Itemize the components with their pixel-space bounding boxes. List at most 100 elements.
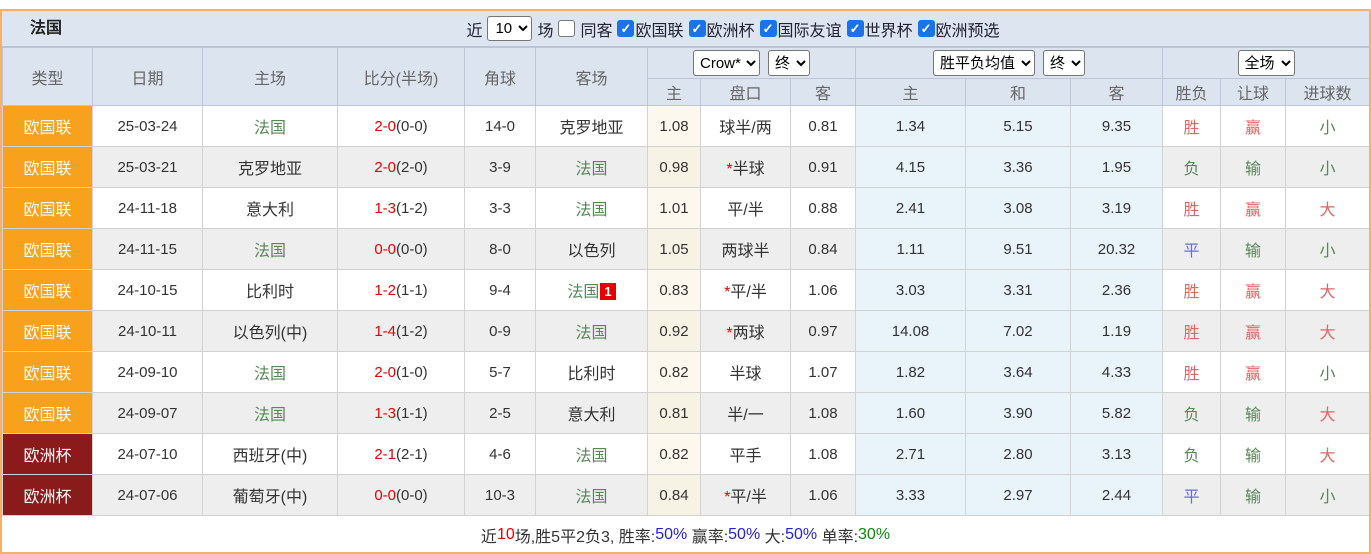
league-type-badge: 欧国联 xyxy=(3,188,93,229)
fulltime-score: 2-0 xyxy=(374,159,396,176)
match-row: 欧国联 24-10-11 以色列(中) 1-4(1-2) 0-9 法国 0.92… xyxy=(3,311,1370,352)
handicap-line: 平/半 xyxy=(730,489,766,506)
wdl-result: 胜 xyxy=(1163,188,1221,229)
odds-company-select[interactable]: Crow* xyxy=(693,50,760,76)
league-type-badge: 欧国联 xyxy=(3,352,93,393)
fulltime-scope-select[interactable]: 全场 xyxy=(1238,50,1295,76)
handicap-away-odds: 0.97 xyxy=(791,311,856,352)
halftime-score: (2-0) xyxy=(396,159,428,176)
league-checkbox[interactable] xyxy=(689,20,706,37)
handicap-home-odds: 0.84 xyxy=(648,475,701,516)
corners: 0-9 xyxy=(465,311,536,352)
page-top-strip xyxy=(0,0,1371,9)
avg-lose-odds: 2.36 xyxy=(1071,270,1163,311)
home-team: 法国 xyxy=(203,229,338,270)
summary-part: 赢率: xyxy=(687,523,728,547)
handicap-home-odds: 0.92 xyxy=(648,311,701,352)
red-card-badge: 1 xyxy=(600,283,615,300)
goals-result: 小 xyxy=(1286,352,1370,393)
league-filter-friendly: 国际友谊 xyxy=(760,17,842,41)
corners: 4-6 xyxy=(465,434,536,475)
match-date: 24-10-11 xyxy=(93,311,203,352)
away-team: 意大利 xyxy=(567,407,615,424)
handicap-away-odds: 0.84 xyxy=(791,229,856,270)
match-row: 欧国联 24-10-15 比利时 1-2(1-1) 9-4 法国1 0.83 *… xyxy=(3,270,1370,311)
match-row: 欧国联 25-03-21 克罗地亚 2-0(2-0) 3-9 法国 0.98 *… xyxy=(3,147,1370,188)
league-checkbox[interactable] xyxy=(847,20,864,37)
avg-win-odds: 2.41 xyxy=(856,188,966,229)
away-team: 法国 xyxy=(575,489,607,506)
fulltime-group-header: 全场 xyxy=(1163,48,1370,79)
avg-draw-odds: 3.08 xyxy=(966,188,1071,229)
recent-count-select[interactable]: 10 xyxy=(487,16,532,41)
home-team: 法国 xyxy=(203,106,338,147)
match-rows: 欧国联 25-03-24 法国 2-0(0-0) 14-0 克罗地亚 1.08 … xyxy=(3,106,1370,516)
home-team: 克罗地亚 xyxy=(203,147,338,188)
handicap-line-cell: *两球 xyxy=(701,311,791,352)
halftime-score: (2-1) xyxy=(396,446,428,463)
away-team: 法国 xyxy=(575,202,607,219)
avg-draw-odds: 3.31 xyxy=(966,270,1071,311)
let-goal-result: 输 xyxy=(1221,434,1286,475)
halftime-score: (0-0) xyxy=(396,487,428,504)
fulltime-score: 1-4 xyxy=(374,323,396,340)
fulltime-score: 2-0 xyxy=(374,364,396,381)
goals-result: 大 xyxy=(1286,434,1370,475)
avg-draw-odds: 3.36 xyxy=(966,147,1071,188)
handicap-line: 两球半 xyxy=(721,243,769,260)
summary-part: 50% xyxy=(728,526,760,544)
let-goal-result: 输 xyxy=(1221,229,1286,270)
col-header-away: 客场 xyxy=(536,48,648,106)
subcol-header-lose: 客 xyxy=(1071,79,1163,106)
home-team: 法国 xyxy=(203,352,338,393)
avg-draw-odds: 2.80 xyxy=(966,434,1071,475)
fulltime-score: 0-0 xyxy=(374,241,396,258)
avg-win-odds: 14.08 xyxy=(856,311,966,352)
handicap-away-odds: 0.91 xyxy=(791,147,856,188)
handicap-line: 平/半 xyxy=(727,202,763,219)
match-row: 欧国联 24-11-15 法国 0-0(0-0) 8-0 以色列 1.05 两球… xyxy=(3,229,1370,270)
goals-result: 大 xyxy=(1286,393,1370,434)
odds-stage-select[interactable]: 终 xyxy=(768,50,810,76)
league-label: 欧洲杯 xyxy=(707,17,755,41)
avg-lose-odds: 4.33 xyxy=(1071,352,1163,393)
handicap-line: 球半/两 xyxy=(719,120,771,137)
col-header-date: 日期 xyxy=(93,48,203,106)
score-cell: 1-3(1-2) xyxy=(338,188,465,229)
wdl-result: 负 xyxy=(1163,147,1221,188)
league-checkbox[interactable] xyxy=(617,20,634,37)
league-filter-world-cup: 世界杯 xyxy=(847,17,913,41)
away-team: 法国 xyxy=(567,284,599,301)
match-date: 24-09-10 xyxy=(93,352,203,393)
same-venue-checkbox[interactable] xyxy=(558,20,575,37)
match-row: 欧国联 24-09-10 法国 2-0(1-0) 5-7 比利时 0.82 半球… xyxy=(3,352,1370,393)
league-checkbox[interactable] xyxy=(760,20,777,37)
avg-type-select[interactable]: 胜平负均值 xyxy=(933,50,1035,76)
score-cell: 0-0(0-0) xyxy=(338,229,465,270)
wdl-result: 平 xyxy=(1163,475,1221,516)
subcol-header-let-goal: 让球 xyxy=(1221,79,1286,106)
halftime-score: (1-1) xyxy=(396,405,428,422)
handicap-home-odds: 1.05 xyxy=(648,229,701,270)
avg-lose-odds: 9.35 xyxy=(1071,106,1163,147)
avg-draw-odds: 9.51 xyxy=(966,229,1071,270)
halftime-score: (1-0) xyxy=(396,364,428,381)
away-team: 法国 xyxy=(575,161,607,178)
avg-stage-select[interactable]: 终 xyxy=(1043,50,1085,76)
league-label: 欧洲预选 xyxy=(936,17,1000,41)
summary-part: 近 xyxy=(481,523,497,547)
summary-part: 单率: xyxy=(817,523,858,547)
handicap-home-odds: 0.81 xyxy=(648,393,701,434)
goals-result: 大 xyxy=(1286,270,1370,311)
avg-win-odds: 4.15 xyxy=(856,147,966,188)
let-goal-result: 输 xyxy=(1221,147,1286,188)
league-checkbox[interactable] xyxy=(918,20,935,37)
league-label: 世界杯 xyxy=(865,17,913,41)
fulltime-score: 2-1 xyxy=(374,446,396,463)
home-team: 以色列(中) xyxy=(203,311,338,352)
team-matches-panel: 法国 近 10 场 同客 欧国联 欧洲杯 国际友谊 世界杯 xyxy=(0,9,1371,554)
home-team: 西班牙(中) xyxy=(203,434,338,475)
league-type-badge: 欧国联 xyxy=(3,147,93,188)
match-date: 25-03-21 xyxy=(93,147,203,188)
goals-result: 大 xyxy=(1286,311,1370,352)
